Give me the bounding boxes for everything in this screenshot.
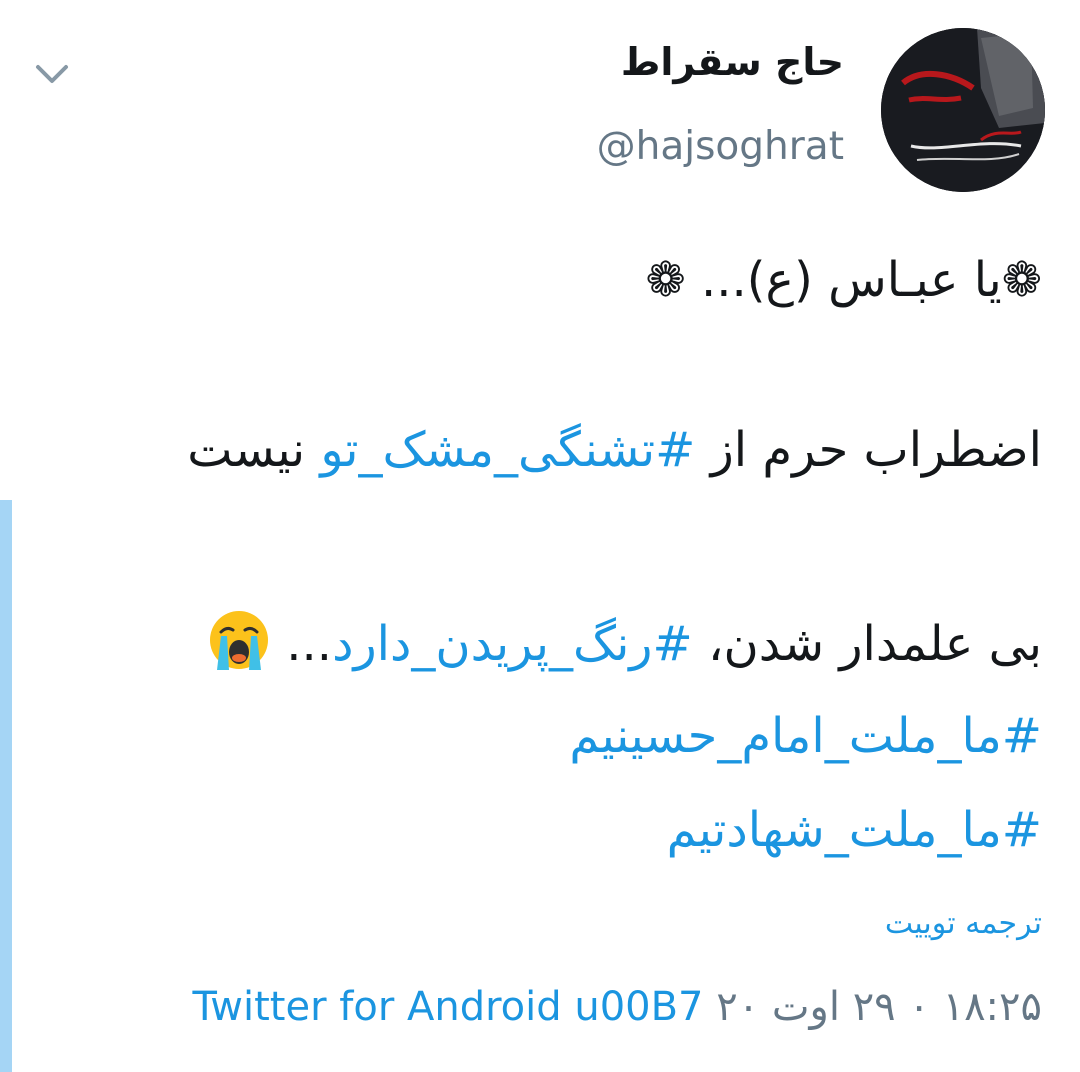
source-link[interactable]: Twitter for Android u00B7 [192, 984, 703, 1030]
tweet-text: اضطراب حرم از [695, 422, 1042, 478]
translate-tweet-link[interactable]: ترجمه توییت [885, 906, 1042, 941]
tweet-line-3: بی علمدار شدن، #رنگ_پریدن_دارد... [42, 608, 1042, 672]
tweet-text: نیست [187, 422, 321, 478]
hashtag-link[interactable]: #تشنگی_مشک_تو [320, 422, 695, 478]
hashtag-link[interactable]: #ما_ملت_امام_حسینیم [42, 712, 1042, 760]
tweet-line-1: ❁یا عبـاس (ع)... ❁ [645, 252, 1042, 308]
tweet-text: بی علمدار شدن، [692, 616, 1042, 672]
author-handle[interactable]: @hajsoghrat [597, 124, 844, 169]
tweet-line-2: اضطراب حرم از #تشنگی_مشک_تو نیست [42, 426, 1042, 474]
author-name[interactable]: حاج سقراط [621, 40, 844, 84]
hashtag-link[interactable]: #رنگ_پریدن_دارد [332, 616, 693, 672]
hashtag-link[interactable]: #ما_ملت_شهادتیم [42, 806, 1042, 854]
avatar-image [881, 28, 1045, 192]
timestamp[interactable]: ۱۸:۲۵ ۰ ۲۹ اوت ۲۰ [716, 984, 1042, 1030]
avatar[interactable] [881, 28, 1045, 192]
tweet-meta: ۱۸:۲۵ ۰ ۲۹ اوت ۲۰ Twitter for Android u0… [192, 984, 1042, 1030]
chevron-down-icon[interactable] [30, 52, 74, 96]
loudly-crying-face-icon [210, 611, 269, 670]
reply-thread-line [0, 500, 12, 1072]
tweet-text: ... [286, 616, 333, 672]
